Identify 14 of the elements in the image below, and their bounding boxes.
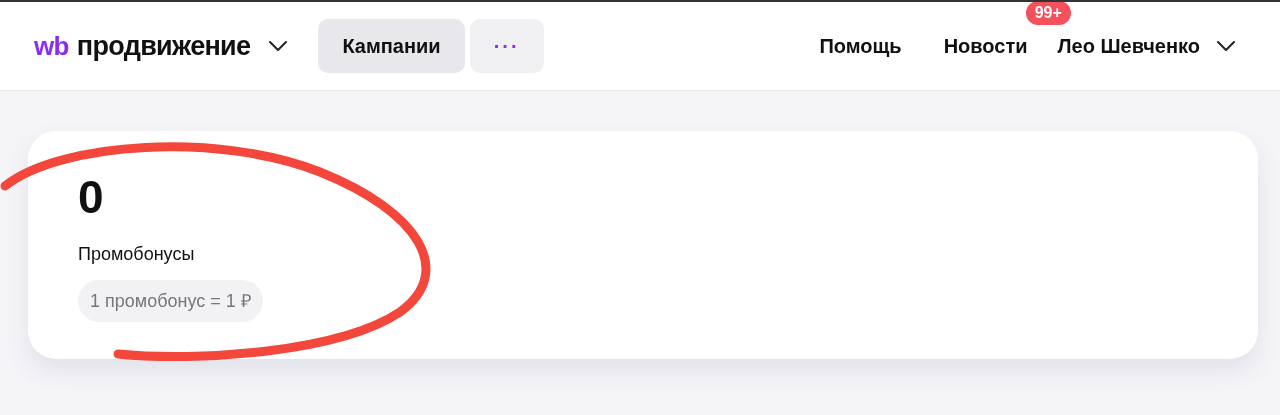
chevron-down-icon	[268, 40, 289, 52]
bonus-value: 0	[78, 171, 104, 223]
nav-link[interactable]: Новости	[943, 35, 1028, 57]
user-menu-button[interactable]: Лео Шевченко	[1057, 31, 1236, 61]
nav-tab[interactable]: Кампании	[318, 19, 465, 73]
nav-link[interactable]: Помощь	[819, 35, 902, 57]
nav-tab[interactable]: ···	[469, 19, 544, 73]
rate-tag: 1 промобонус = 1 ₽	[78, 280, 263, 322]
product-dropdown-button[interactable]	[268, 40, 289, 52]
bonus-label: Промобонусы	[78, 243, 195, 266]
notification-badge: 99+	[1025, 2, 1071, 25]
logo-text: продвижение	[76, 29, 251, 63]
logo-mark: wb	[34, 29, 69, 63]
chevron-down-icon	[1216, 40, 1236, 52]
